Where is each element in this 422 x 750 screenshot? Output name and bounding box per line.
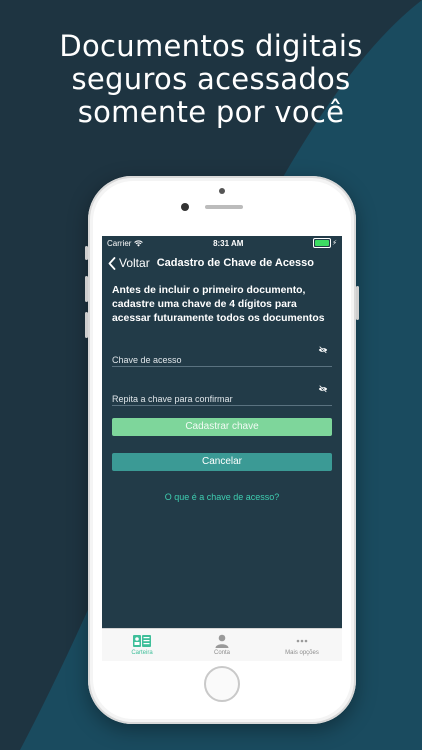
back-button[interactable]: Voltar: [108, 256, 150, 270]
chevron-left-icon: [108, 256, 116, 270]
confirm-key-field: [112, 385, 332, 406]
phone-volume-up: [85, 276, 88, 302]
phone-sensor: [219, 188, 225, 194]
eye-slash-icon[interactable]: [318, 346, 328, 354]
tab-carteira[interactable]: Carteira: [102, 629, 182, 661]
access-key-field: [112, 346, 332, 367]
tab-label: Conta: [213, 650, 230, 656]
form-container: Antes de incluir o primeiro documento, c…: [102, 284, 342, 502]
tab-label: Carteira: [131, 650, 153, 656]
phone-camera: [181, 203, 189, 211]
tab-bar: Carteira Conta Mais opções: [102, 628, 342, 661]
help-link[interactable]: O que é a chave de acesso?: [112, 492, 332, 502]
phone-volume-down: [85, 312, 88, 338]
clock: 8:31 AM: [213, 238, 244, 248]
page-title: Cadastro de Chave de Acesso: [156, 257, 315, 269]
tab-mais-opcoes[interactable]: Mais opções: [262, 629, 342, 661]
headline-line-2: seguros acessados: [71, 62, 351, 96]
marketing-headline: Documentos digitais seguros acessados so…: [0, 30, 422, 129]
app-screen: Carrier 8:31 AM ⚡ Voltar Cadastro de Cha…: [102, 236, 342, 661]
charging-icon: ⚡: [332, 240, 337, 247]
headline-line-3: somente por você: [77, 95, 345, 129]
carrier-label: Carrier: [107, 238, 132, 248]
battery-icon: ⚡: [313, 238, 337, 248]
cancel-button[interactable]: Cancelar: [112, 453, 332, 471]
home-button[interactable]: [204, 666, 240, 702]
intro-text: Antes de incluir o primeiro documento, c…: [112, 285, 325, 324]
wifi-icon: [134, 240, 144, 246]
tab-conta[interactable]: Conta: [182, 629, 262, 661]
wallet-card-icon: [133, 635, 151, 647]
user-icon: [215, 634, 229, 648]
navigation-bar: Voltar Cadastro de Chave de Acesso: [102, 250, 342, 276]
phone-mute-switch: [85, 246, 88, 260]
tab-label: Mais opções: [285, 650, 319, 656]
back-label: Voltar: [119, 256, 150, 270]
access-key-input[interactable]: [112, 355, 302, 365]
eye-slash-icon[interactable]: [318, 385, 328, 393]
confirm-key-input[interactable]: [112, 394, 302, 404]
more-dots-icon: [296, 639, 308, 643]
headline-line-1: Documentos digitais: [59, 29, 363, 63]
phone-power-button: [356, 286, 359, 320]
phone-speaker: [205, 205, 243, 209]
status-bar: Carrier 8:31 AM ⚡: [102, 236, 342, 250]
phone-frame: Carrier 8:31 AM ⚡ Voltar Cadastro de Cha…: [85, 176, 359, 724]
register-key-button[interactable]: Cadastrar chave: [112, 418, 332, 436]
